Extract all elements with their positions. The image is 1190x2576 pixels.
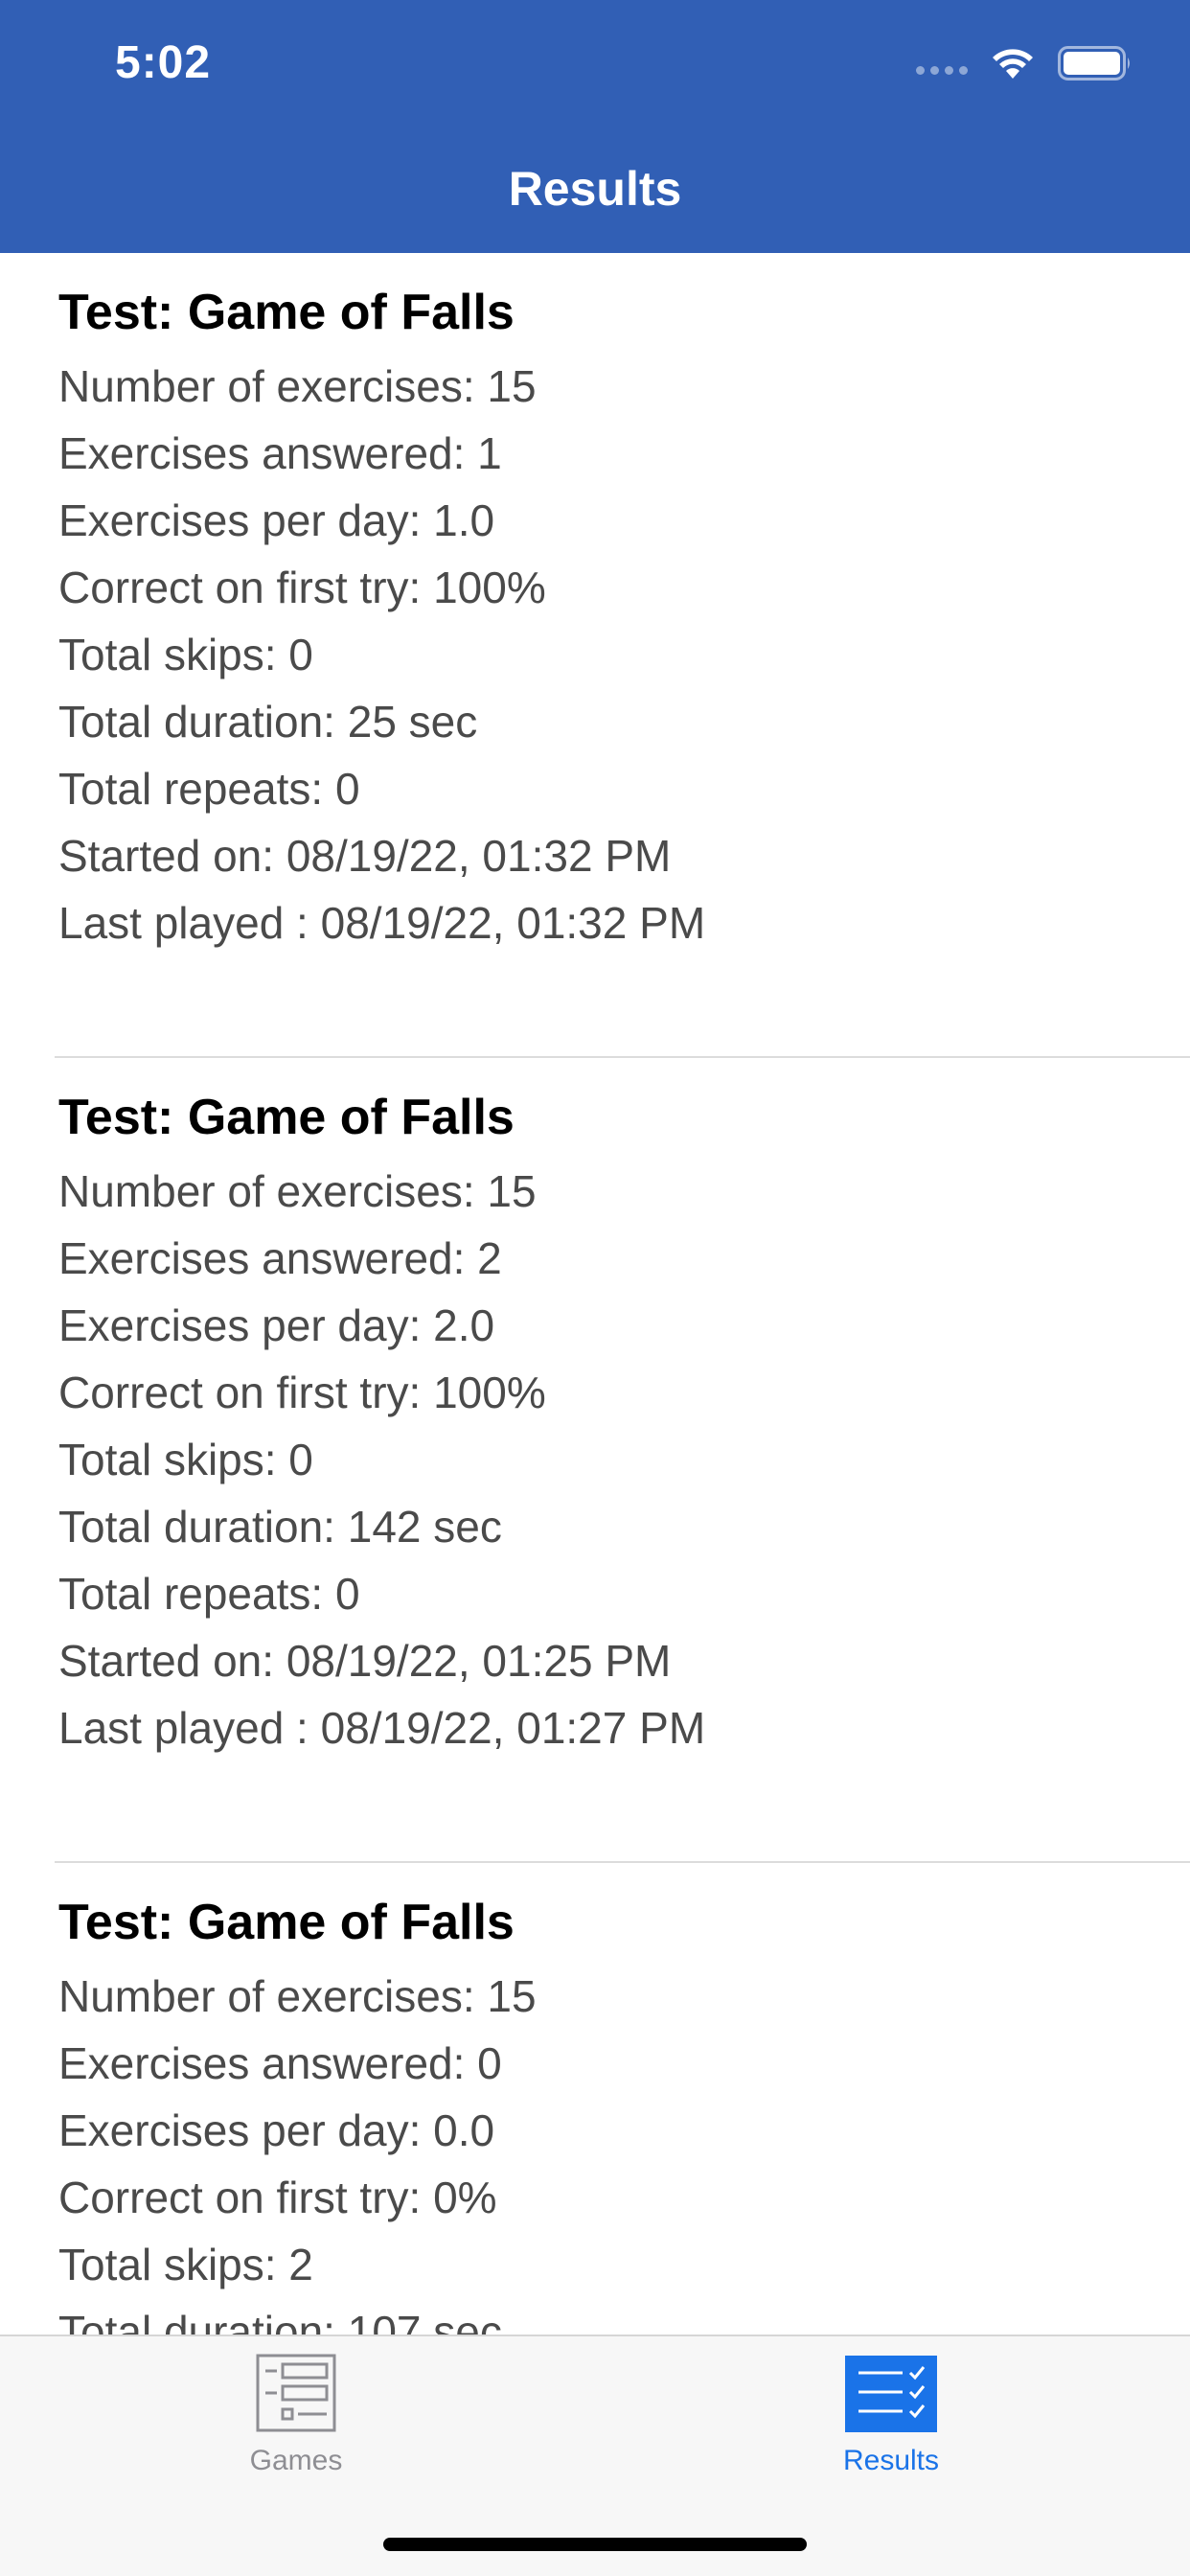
result-card[interactable]: Test: Game of Falls Number of exercises:… (0, 1058, 1190, 1863)
wifi-icon (993, 49, 1033, 79)
stat-number-of-exercises: Number of exercises: 15 (58, 361, 537, 411)
stat-correct-first-try: Correct on first try: 100% (58, 563, 546, 612)
tab-games[interactable]: Games (152, 2350, 440, 2477)
stat-last-played: Last played : 08/19/22, 01:27 PM (58, 1703, 706, 1753)
status-indicators (916, 42, 1133, 84)
stat-exercises-per-day: Exercises per day: 1.0 (58, 495, 495, 545)
stat-total-repeats: Total repeats: 0 (58, 764, 360, 814)
stat-total-skips: Total skips: 0 (58, 1435, 313, 1484)
stat-started-on: Started on: 08/19/22, 01:32 PM (58, 831, 672, 881)
results-list[interactable]: Test: Game of Falls Number of exercises:… (0, 253, 1190, 2334)
result-card[interactable]: Test: Game of Falls Number of exercises:… (0, 1863, 1190, 2334)
status-time: 5:02 (115, 37, 212, 88)
stat-last-played: Last played : 08/19/22, 01:32 PM (58, 898, 706, 948)
stat-exercises-answered: Exercises answered: 0 (58, 2038, 502, 2088)
stat-started-on: Started on: 08/19/22, 01:25 PM (58, 1636, 672, 1686)
stat-total-duration: Total duration: 142 sec (58, 1502, 502, 1552)
list-form-icon (256, 2354, 336, 2432)
stat-correct-first-try: Correct on first try: 100% (58, 1368, 546, 1417)
cellular-signal-icon (916, 52, 968, 75)
stat-exercises-per-day: Exercises per day: 2.0 (58, 1300, 495, 1350)
stat-total-skips: Total skips: 2 (58, 2240, 313, 2289)
stat-total-duration: Total duration: 107 sec (58, 2307, 502, 2334)
tab-games-label: Games (249, 2445, 343, 2476)
page-title: Results (508, 162, 682, 216)
checklist-icon (845, 2356, 937, 2432)
stat-total-duration: Total duration: 25 sec (58, 697, 478, 747)
result-title: Test: Game of Falls (58, 1895, 515, 1950)
stat-total-repeats: Total repeats: 0 (58, 1569, 360, 1619)
stat-exercises-per-day: Exercises per day: 0.0 (58, 2105, 495, 2155)
stat-exercises-answered: Exercises answered: 1 (58, 428, 502, 478)
result-card[interactable]: Test: Game of Falls Number of exercises:… (0, 253, 1190, 1058)
navigation-header: 5:02 Results (0, 0, 1190, 253)
stat-number-of-exercises: Number of exercises: 15 (58, 1166, 537, 1216)
result-title: Test: Game of Falls (58, 285, 515, 340)
tab-results[interactable]: Results (747, 2350, 1035, 2477)
stat-total-skips: Total skips: 0 (58, 630, 313, 679)
battery-icon (1058, 46, 1130, 80)
stat-number-of-exercises: Number of exercises: 15 (58, 1971, 537, 2021)
stat-correct-first-try: Correct on first try: 0% (58, 2173, 497, 2222)
result-title: Test: Game of Falls (58, 1090, 515, 1145)
home-indicator[interactable] (383, 2538, 807, 2551)
stat-exercises-answered: Exercises answered: 2 (58, 1233, 502, 1283)
tab-results-label: Results (842, 2445, 940, 2476)
